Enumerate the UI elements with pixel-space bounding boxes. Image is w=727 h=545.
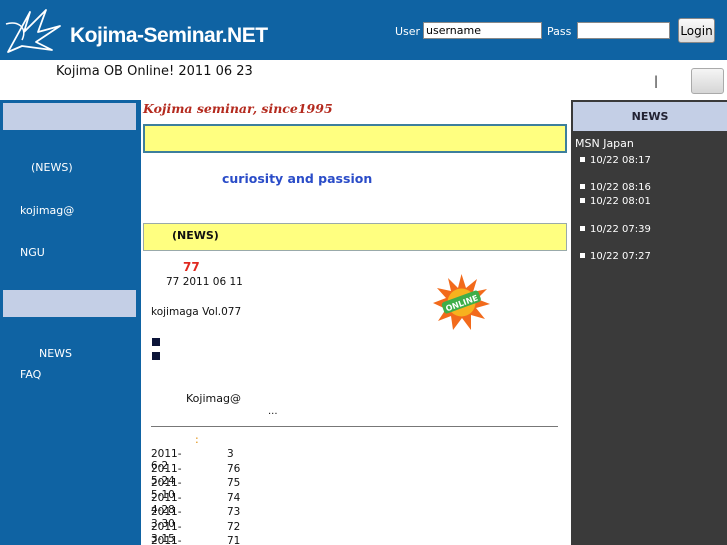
bullet-icon <box>580 198 585 203</box>
user-label: User <box>395 25 421 38</box>
bullet-icon <box>580 184 585 189</box>
username-input[interactable] <box>423 22 542 39</box>
site-subtitle: Kojima OB Online! 2011 06 23 <box>56 64 253 79</box>
news-box: (NEWS) <box>143 223 567 251</box>
sidebar-item-news[interactable]: (NEWS) <box>31 161 73 174</box>
archive-issue: 76 <box>227 462 241 475</box>
motto-text: curiosity and passion <box>222 171 373 186</box>
news-time: 10/22 08:16 <box>590 182 651 193</box>
archive-date: 2011-3-3 <box>151 535 182 545</box>
news-source[interactable]: MSN Japan <box>575 137 634 150</box>
bullet-icon <box>580 253 585 258</box>
news-item[interactable]: 10/22 08:16 <box>580 182 651 193</box>
issue-number[interactable]: 77 <box>183 260 200 274</box>
issue-name[interactable]: kojimaga Vol.077 <box>151 306 241 318</box>
bullet-square <box>152 338 160 346</box>
pass-label: Pass <box>547 25 572 38</box>
sidebar-band <box>3 103 136 130</box>
sidebar-item-ngu[interactable]: NGU <box>20 246 45 259</box>
news-item[interactable]: 10/22 07:39 <box>580 224 651 235</box>
archive-issue: 73 <box>227 506 241 518</box>
archive-colon: : <box>195 433 199 446</box>
kojimag-label: Kojimag@ <box>186 392 241 405</box>
divider <box>151 426 558 427</box>
login-button[interactable]: Login <box>678 18 715 43</box>
news-time: 10/22 08:17 <box>590 155 651 166</box>
news-item[interactable]: 10/22 08:01 <box>580 196 651 207</box>
sub-header-bar: Kojima OB Online! 2011 06 23 | <box>0 60 727 100</box>
news-time: 10/22 07:39 <box>590 224 651 235</box>
site-logo-text[interactable]: Kojima-Seminar.NET <box>70 24 268 48</box>
issue-date: 77 2011 06 11 <box>166 276 243 288</box>
news-item[interactable]: 10/22 07:27 <box>580 251 651 262</box>
right-news-panel: NEWS MSN Japan 10/22 08:17 10/22 08:16 1… <box>571 100 727 545</box>
archive-issue: 72 <box>227 520 241 533</box>
ellipsis-text: ... <box>268 406 278 417</box>
bullet-icon <box>580 226 585 231</box>
sidebar-band <box>3 290 136 317</box>
sidebar-item-faq[interactable]: FAQ <box>20 368 41 381</box>
bullet-icon <box>580 157 585 162</box>
logo-icon <box>5 9 61 53</box>
news-time: 10/22 08:01 <box>590 196 651 207</box>
news-box-label: (NEWS) <box>172 229 219 242</box>
archive-issue: 74 <box>227 491 241 504</box>
archive-issue: 71 <box>227 535 241 545</box>
archive-issue: 3 <box>227 448 234 460</box>
blank-button[interactable] <box>691 68 724 94</box>
online-badge-icon: ONLINE <box>433 274 490 330</box>
news-time: 10/22 07:27 <box>590 251 651 262</box>
yellow-banner <box>143 124 567 153</box>
left-sidebar: (NEWS) kojimag@ NGU NEWS FAQ <box>0 100 141 545</box>
sidebar-item-kojimag[interactable]: kojimag@ <box>20 204 74 217</box>
sidebar-item-news-2[interactable]: NEWS <box>39 347 72 360</box>
separator: | <box>654 74 659 88</box>
archive-issue: 75 <box>227 477 241 489</box>
password-input[interactable] <box>577 22 670 39</box>
news-item[interactable]: 10/22 08:17 <box>580 155 651 166</box>
tagline: Kojima seminar, since1995 <box>143 101 333 116</box>
main-content: Kojima seminar, since1995 curiosity and … <box>141 100 571 545</box>
news-heading: NEWS <box>573 102 727 131</box>
site-header: Kojima-Seminar.NET User Pass Login <box>0 0 727 60</box>
bullet-square <box>152 352 160 360</box>
